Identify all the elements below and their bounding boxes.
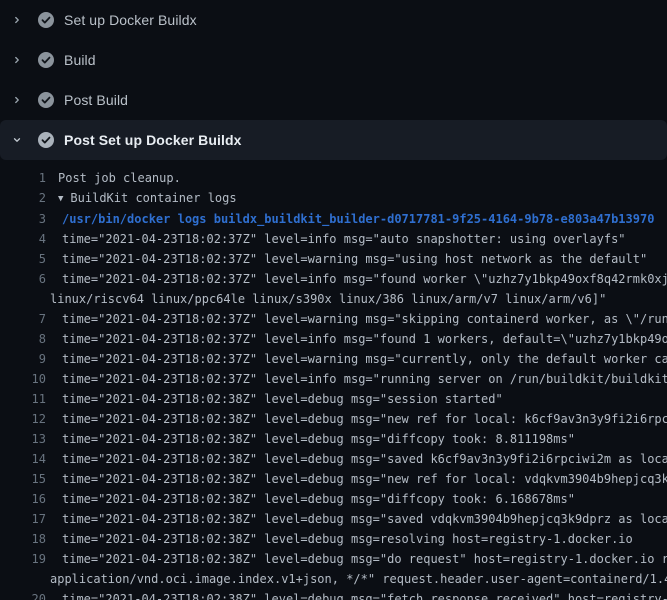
step-row-post-setup-docker-buildx[interactable]: Post Set up Docker Buildx (0, 120, 667, 160)
log-text: time="2021-04-23T18:02:38Z" level=debug … (62, 489, 575, 509)
line-number[interactable]: 3 (0, 209, 46, 229)
line-number[interactable]: 15 (0, 469, 46, 489)
step-row-setup-docker-buildx[interactable]: Set up Docker Buildx (0, 0, 667, 40)
line-number[interactable]: 13 (0, 429, 46, 449)
step-row-build[interactable]: Build (0, 40, 667, 80)
log-row: 4 time="2021-04-23T18:02:37Z" level=info … (0, 229, 667, 249)
log-text: time="2021-04-23T18:02:37Z" level=info m… (62, 369, 667, 389)
log-text: time="2021-04-23T18:02:37Z" level=warnin… (62, 309, 667, 329)
line-number[interactable]: 12 (0, 409, 46, 429)
log-row: linux/riscv64 linux/ppc64le linux/s390x … (0, 289, 667, 309)
chevron-right-icon[interactable] (12, 92, 22, 108)
line-number[interactable]: 19 (0, 549, 46, 569)
log-row: 13 time="2021-04-23T18:02:38Z" level=debu… (0, 429, 667, 449)
line-number[interactable]: 7 (0, 309, 46, 329)
success-check-circle-icon (38, 132, 54, 148)
log-row: 6 time="2021-04-23T18:02:37Z" level=info … (0, 269, 667, 289)
log-text: time="2021-04-23T18:02:37Z" level=info m… (62, 329, 667, 349)
log-text: ▼ BuildKit container logs (58, 188, 237, 209)
log-row: 7 time="2021-04-23T18:02:37Z" level=warni… (0, 309, 667, 329)
line-number[interactable]: 14 (0, 449, 46, 469)
line-number (0, 569, 46, 589)
log-text: time="2021-04-23T18:02:38Z" level=debug … (62, 449, 667, 469)
line-number[interactable]: 6 (0, 269, 46, 289)
log-row: 2 ▼ BuildKit container logs (0, 188, 667, 209)
line-number[interactable]: 17 (0, 509, 46, 529)
chevron-right-icon[interactable] (12, 52, 22, 68)
success-check-circle-icon (38, 12, 54, 28)
line-number[interactable]: 16 (0, 489, 46, 509)
log-row: 3/usr/bin/docker logs buildx_buildkit_bu… (0, 209, 667, 229)
log-text: time="2021-04-23T18:02:38Z" level=debug … (62, 409, 667, 429)
line-number[interactable]: 9 (0, 349, 46, 369)
line-number[interactable]: 18 (0, 529, 46, 549)
log-row: 9 time="2021-04-23T18:02:37Z" level=warni… (0, 349, 667, 369)
log-text: time="2021-04-23T18:02:38Z" level=debug … (62, 589, 667, 600)
group-title[interactable]: BuildKit container logs (70, 191, 236, 205)
line-number[interactable]: 8 (0, 329, 46, 349)
log-row: 15 time="2021-04-23T18:02:38Z" level=debu… (0, 469, 667, 489)
log-row: 8 time="2021-04-23T18:02:37Z" level=info … (0, 329, 667, 349)
log-text: time="2021-04-23T18:02:37Z" level=warnin… (62, 249, 647, 269)
log-row: 20 time="2021-04-23T18:02:38Z" level=debu… (0, 589, 667, 600)
log-row: 17 time="2021-04-23T18:02:38Z" level=debu… (0, 509, 667, 529)
log-row: 11 time="2021-04-23T18:02:38Z" level=debu… (0, 389, 667, 409)
line-number[interactable]: 4 (0, 229, 46, 249)
log-text: time="2021-04-23T18:02:37Z" level=warnin… (62, 349, 667, 369)
log-text: time="2021-04-23T18:02:37Z" level=info m… (62, 269, 667, 289)
step-label[interactable]: Build (64, 52, 96, 68)
log-row: 5 time="2021-04-23T18:02:37Z" level=warni… (0, 249, 667, 269)
line-number[interactable]: 20 (0, 589, 46, 600)
log-row: 12 time="2021-04-23T18:02:38Z" level=debu… (0, 409, 667, 429)
log-text: time="2021-04-23T18:02:38Z" level=debug … (62, 389, 503, 409)
log-text: Post job cleanup. (58, 168, 181, 188)
line-number (0, 289, 46, 309)
success-check-circle-icon (38, 92, 54, 108)
step-label[interactable]: Post Set up Docker Buildx (64, 132, 242, 148)
chevron-down-icon[interactable] (12, 132, 22, 148)
actions-log-viewer: Set up Docker Buildx Build Post Build (0, 0, 667, 600)
log-text: time="2021-04-23T18:02:38Z" level=debug … (62, 469, 667, 489)
log-row: 19 time="2021-04-23T18:02:38Z" level=debu… (0, 549, 667, 569)
log-row: 1 Post job cleanup. (0, 168, 667, 188)
log-text: time="2021-04-23T18:02:38Z" level=debug … (62, 529, 633, 549)
log-text: time="2021-04-23T18:02:38Z" level=debug … (62, 549, 667, 569)
step-list: Set up Docker Buildx Build Post Build (0, 0, 667, 160)
line-number[interactable]: 1 (0, 168, 46, 188)
step-row-post-build[interactable]: Post Build (0, 80, 667, 120)
line-number[interactable]: 2 (0, 188, 46, 209)
line-number[interactable]: 5 (0, 249, 46, 269)
command-text: /usr/bin/docker logs buildx_buildkit_bui… (62, 209, 654, 229)
chevron-right-icon[interactable] (12, 12, 22, 28)
step-label[interactable]: Set up Docker Buildx (64, 12, 197, 28)
log-row: 18 time="2021-04-23T18:02:38Z" level=debu… (0, 529, 667, 549)
log-text: time="2021-04-23T18:02:37Z" level=info m… (62, 229, 626, 249)
log-row: 16 time="2021-04-23T18:02:38Z" level=debu… (0, 489, 667, 509)
line-number[interactable]: 11 (0, 389, 46, 409)
log-row: application/vnd.oci.image.index.v1+json,… (0, 569, 667, 589)
log-text: time="2021-04-23T18:02:38Z" level=debug … (62, 429, 575, 449)
step-label[interactable]: Post Build (64, 92, 128, 108)
log-text: linux/riscv64 linux/ppc64le linux/s390x … (50, 289, 606, 309)
log-text: application/vnd.oci.image.index.v1+json,… (50, 569, 667, 589)
log-row: 14 time="2021-04-23T18:02:38Z" level=debu… (0, 449, 667, 469)
success-check-circle-icon (38, 52, 54, 68)
line-number[interactable]: 10 (0, 369, 46, 389)
log-row: 10 time="2021-04-23T18:02:37Z" level=info… (0, 369, 667, 389)
log-text: time="2021-04-23T18:02:38Z" level=debug … (62, 509, 667, 529)
log-lines: 1 Post job cleanup. 2 ▼ BuildKit container l… (0, 160, 667, 600)
group-collapse-triangle-icon[interactable]: ▼ (58, 194, 63, 204)
